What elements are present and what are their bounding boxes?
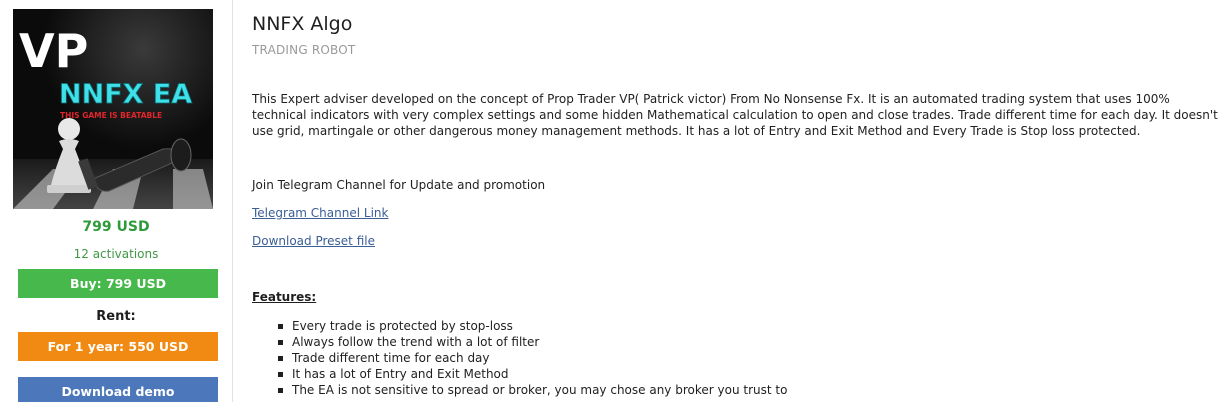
rent-button-label: For 1 year: 550 USD (47, 339, 189, 354)
download-preset-link[interactable]: Download Preset file (252, 234, 375, 248)
logo-vp-text: VP (19, 24, 88, 78)
features-list: Every trade is protected by stop-loss Al… (278, 318, 787, 398)
product-category: TRADING ROBOT (252, 43, 356, 57)
feature-item: Always follow the trend with a lot of fi… (278, 334, 787, 350)
buy-button[interactable]: Buy: 799 USD (18, 269, 218, 298)
product-sidebar: VP NNFX EA THIS GAME IS BEATABLE 799 USD… (0, 0, 233, 402)
buy-button-label: Buy: 799 USD (70, 276, 166, 291)
rent-1-year-button[interactable]: For 1 year: 550 USD (18, 332, 218, 361)
product-page: VP NNFX EA THIS GAME IS BEATABLE 799 USD… (0, 0, 1222, 402)
feature-item: Trade different time for each day (278, 350, 787, 366)
product-details: NNFX Algo TRADING ROBOT This Expert advi… (252, 0, 1218, 402)
product-price: 799 USD (82, 219, 150, 235)
features-heading: Features: (252, 290, 317, 304)
feature-item: Every trade is protected by stop-loss (278, 318, 787, 334)
rent-label: Rent: (96, 309, 136, 324)
chess-logo-graphic: VP NNFX EA THIS GAME IS BEATABLE (13, 9, 213, 209)
product-title: NNFX Algo (252, 13, 353, 35)
logo-tagline: THIS GAME IS BEATABLE (60, 111, 162, 120)
product-description: This Expert adviser developed on the con… (252, 92, 1218, 138)
telegram-promo-text: Join Telegram Channel for Update and pro… (252, 178, 546, 192)
download-demo-button[interactable]: Download demo (18, 377, 218, 402)
telegram-channel-link[interactable]: Telegram Channel Link (252, 206, 388, 220)
logo-nnfx-text: NNFX EA (59, 79, 192, 110)
product-logo-image[interactable]: VP NNFX EA THIS GAME IS BEATABLE (13, 9, 213, 209)
activations-count: 12 activations (73, 247, 159, 261)
feature-item: The EA is not sensitive to spread or bro… (278, 382, 787, 398)
demo-button-label: Download demo (61, 384, 175, 399)
feature-item: It has a lot of Entry and Exit Method (278, 366, 787, 382)
